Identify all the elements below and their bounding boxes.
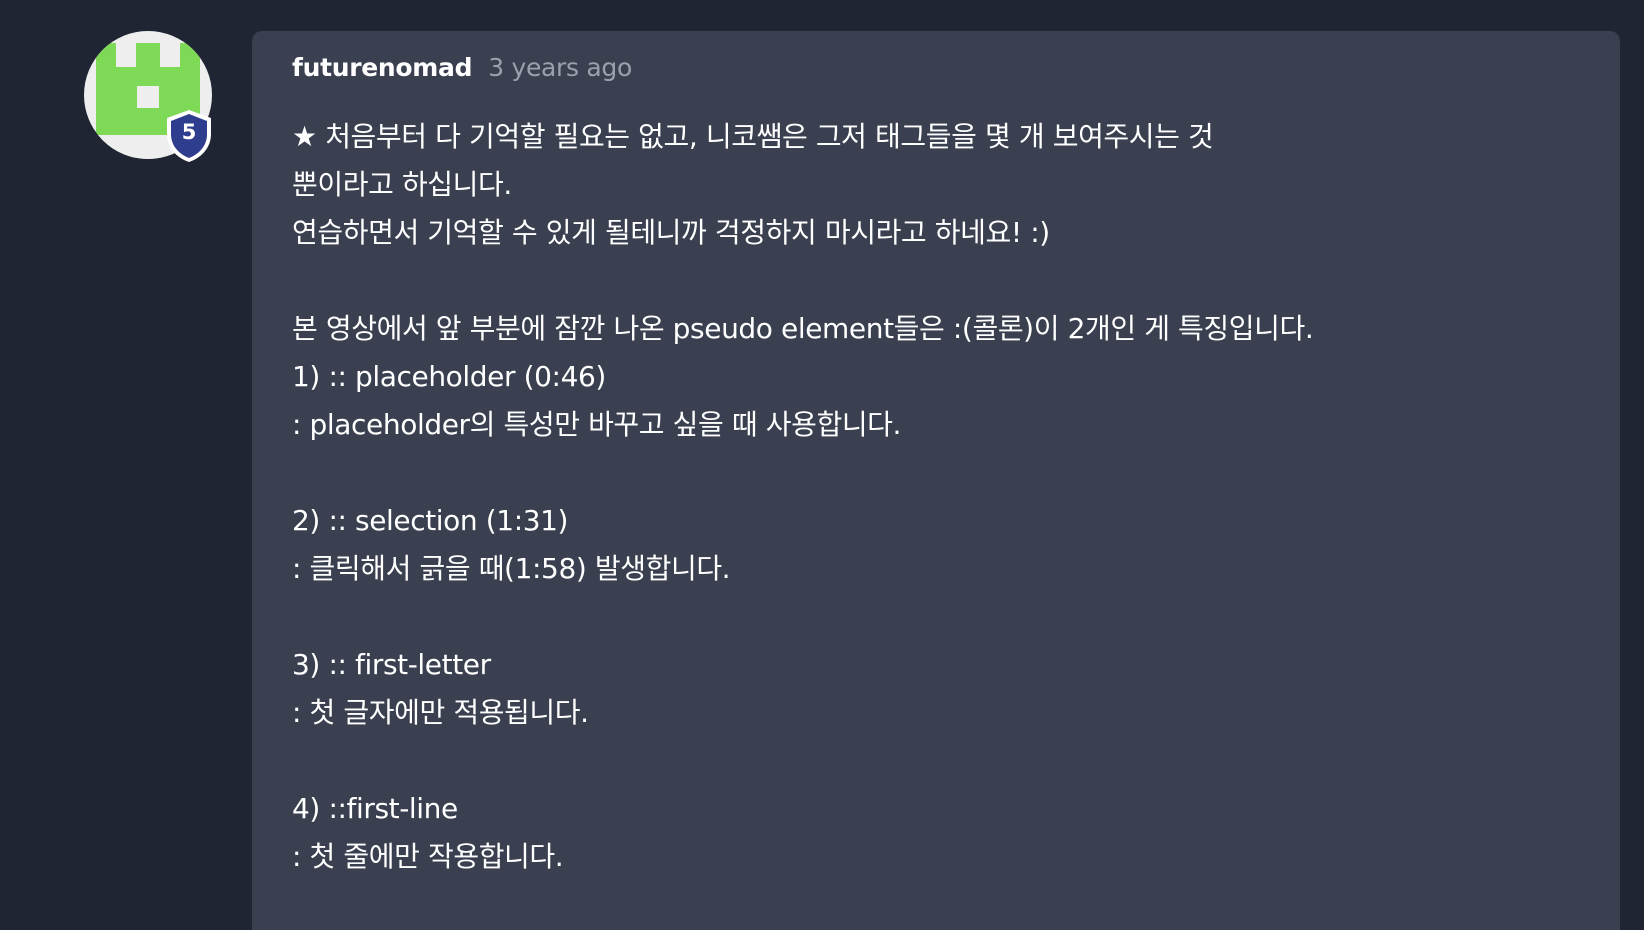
comment-line	[292, 737, 1602, 785]
comment-card: futurenomad 3 years ago ★ 처음부터 다 기억할 필요는…	[252, 31, 1620, 930]
author-name[interactable]: futurenomad	[292, 53, 473, 82]
comment-line: : 첫 글자에만 적용됩니다.	[292, 696, 589, 729]
comment-line	[292, 593, 1602, 641]
comment-line: 4) ::first-line	[292, 792, 458, 825]
comment-line	[292, 257, 1602, 305]
comment-line: 2) :: selection (1:31)	[292, 504, 569, 537]
avatar-container[interactable]: 5	[84, 31, 212, 162]
comment-page: 5 futurenomad 3 years ago ★ 처음부터 다 기억할 필…	[0, 0, 1644, 930]
comment-body: ★ 처음부터 다 기억할 필요는 없고, 니코쌤은 그저 태그들을 몇 개 보여…	[292, 113, 1602, 881]
comment-line: : 첫 줄에만 작용합니다.	[292, 840, 564, 873]
comment-line: 뿐이라고 하십니다.	[292, 168, 512, 201]
level-badge: 5	[164, 108, 214, 164]
comment-line	[292, 449, 1602, 497]
level-number: 5	[181, 120, 197, 144]
comment-line: 3) :: first-letter	[292, 648, 491, 681]
comment-line: ★ 처음부터 다 기억할 필요는 없고, 니코쌤은 그저 태그들을 몇 개 보여…	[292, 120, 1214, 153]
comment-line: 연습하면서 기억할 수 있게 될테니까 걱정하지 마시라고 하네요! :)	[292, 216, 1050, 249]
comment-timestamp: 3 years ago	[488, 53, 632, 82]
comment-line: : placeholder의 특성만 바꾸고 싶을 때 사용합니다.	[292, 408, 902, 441]
comment-line: 본 영상에서 앞 부분에 잠깐 나온 pseudo element들은 :(콜론…	[292, 312, 1314, 345]
comment-line: 1) :: placeholder (0:46)	[292, 360, 606, 393]
comment-meta: futurenomad 3 years ago	[292, 53, 632, 87]
comment-line: : 클릭해서 긁을 때(1:58) 발생합니다.	[292, 552, 731, 585]
